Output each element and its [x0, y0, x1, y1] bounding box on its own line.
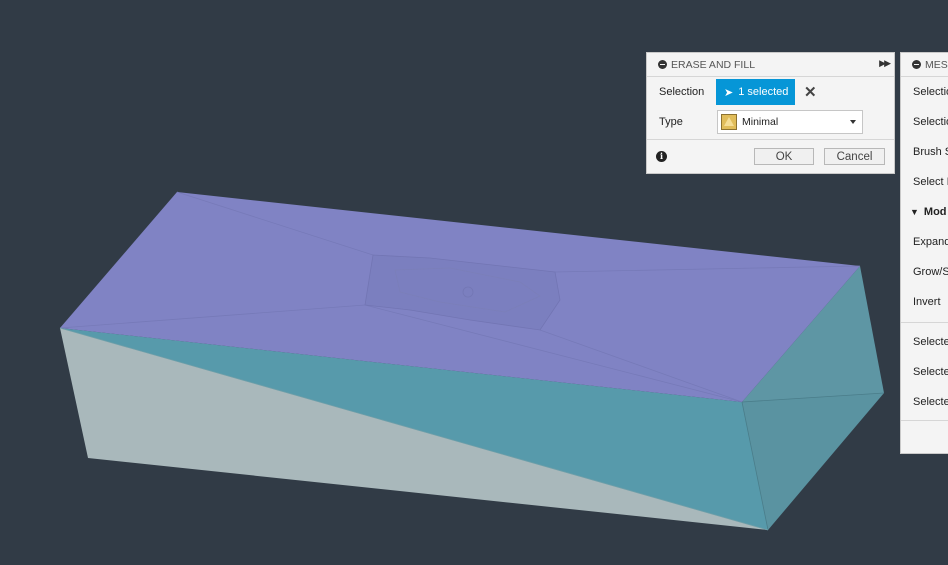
dropdown-caret-icon — [850, 120, 856, 124]
type-label: Type — [659, 116, 683, 128]
selection-value: 1 selected — [738, 86, 789, 98]
mesh-selection-panel: MESI Selectio Selectio Brush S Select I … — [900, 52, 948, 454]
mesh-row-selected-3: Selecte — [913, 396, 948, 408]
mesh-row-selected-2: Selecte — [913, 366, 948, 378]
selection-label: Selection — [659, 86, 705, 98]
panel-title: ERASE AND FILL — [671, 58, 756, 71]
type-row: Type Minimal — [647, 109, 894, 135]
selection-row: Selection ➤ 1 selected ✕ — [647, 79, 894, 105]
collapse-icon[interactable] — [912, 60, 921, 69]
cursor-icon: ➤ — [724, 86, 734, 99]
mesh-panel-title: MESI — [925, 58, 948, 71]
type-value: Minimal — [742, 116, 779, 128]
cancel-button[interactable]: Cancel — [824, 148, 885, 165]
triangle-type-icon — [721, 114, 737, 130]
ok-button[interactable]: OK — [754, 148, 814, 165]
mesh-row-grow-shrink[interactable]: Grow/S — [913, 266, 948, 278]
erase-and-fill-header: ERASE AND FILL ▶▶ — [647, 53, 894, 77]
type-dropdown[interactable]: Minimal — [717, 110, 863, 134]
mesh-panel-header: MESI — [901, 53, 948, 77]
collapse-icon[interactable] — [658, 60, 667, 69]
mesh-row-selected-1: Selecte — [913, 336, 948, 348]
divider — [901, 420, 948, 421]
expand-arrows-icon[interactable]: ▶▶ — [879, 58, 891, 69]
mesh-row-select[interactable]: Select I — [913, 176, 948, 188]
modify-section-header[interactable]: ▼ Mod — [910, 206, 947, 218]
clear-icon[interactable]: ✕ — [804, 83, 817, 101]
erase-and-fill-panel: ERASE AND FILL ▶▶ Selection ➤ 1 selected… — [646, 52, 895, 174]
info-icon[interactable]: i — [656, 151, 667, 162]
collapse-triangle-icon: ▼ — [910, 207, 919, 217]
divider — [901, 322, 948, 323]
mesh-row-selection-2[interactable]: Selectio — [913, 116, 948, 128]
mesh-row-expand[interactable]: Expand — [913, 236, 948, 248]
selection-button[interactable]: ➤ 1 selected — [716, 79, 795, 105]
mesh-row-selection-1[interactable]: Selectio — [913, 86, 948, 98]
mesh-row-brush-size[interactable]: Brush S — [913, 146, 948, 158]
mesh-row-invert[interactable]: Invert — [913, 296, 941, 308]
divider — [647, 139, 894, 140]
